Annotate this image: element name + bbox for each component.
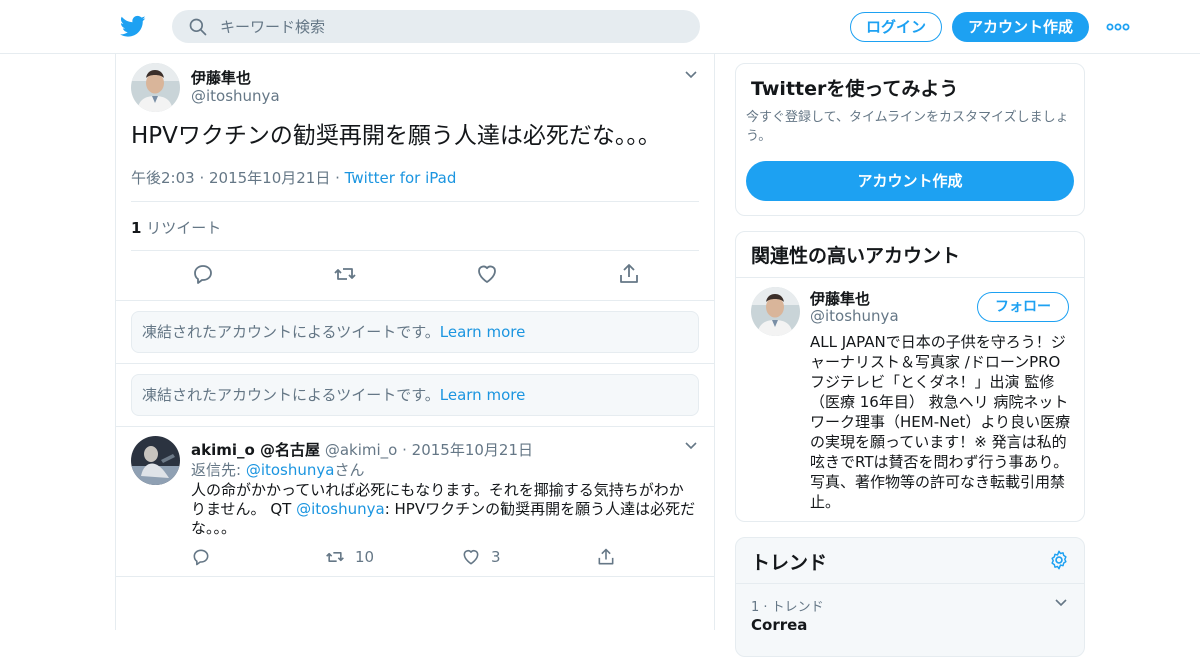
avatar[interactable]	[751, 287, 800, 336]
learn-more-link[interactable]: Learn more	[440, 386, 526, 404]
reply-header: akimi_o @名古屋 @akimi_o · 2015年10月21日	[191, 439, 533, 460]
heart-icon	[463, 549, 479, 565]
related-accounts-card: 関連性の高いアカウント 伊藤隼也 @itoshunya フォロー ALL JAP…	[735, 231, 1085, 522]
reply-text: 人の命がかかっていれば必死にもなります。それを揶揄する気持ちがわかりません。 Q…	[191, 481, 696, 538]
retweet-action[interactable]: 10	[325, 547, 374, 567]
more-dots-icon[interactable]	[1106, 16, 1130, 38]
reply-author-handle[interactable]: @akimi_o	[325, 441, 398, 459]
search-box[interactable]	[172, 10, 700, 43]
replying-to: 返信先: @itoshunyaさん	[191, 459, 364, 480]
trend-name[interactable]: Correa	[751, 616, 807, 634]
retweet-stats[interactable]: 1 リツイート	[131, 217, 221, 238]
main-timeline-column: 伊藤隼也 @itoshunya HPVワクチンの勧奨再開を願う人達は必死だな。。…	[115, 54, 715, 630]
retweet-count: 1	[131, 219, 142, 237]
reply-author-name[interactable]: akimi_o @名古屋	[191, 441, 320, 459]
chevron-down-icon[interactable]	[684, 68, 698, 82]
author-name[interactable]: 伊藤隼也	[191, 67, 251, 88]
search-input[interactable]	[220, 10, 680, 43]
related-account-handle[interactable]: @itoshunya	[810, 307, 899, 325]
signup-button[interactable]: アカウント作成	[952, 12, 1089, 42]
frozen-tweet-item: 凍結されたアカウントによるツイートです。Learn more	[116, 364, 714, 427]
related-account-bio: ALL JAPANで日本の子供を守ろう！ジャーナリスト＆写真家 /ドローンPRO…	[810, 333, 1071, 511]
related-accounts-title: 関連性の高いアカウント	[751, 245, 961, 267]
heart-icon[interactable]	[475, 262, 499, 286]
replying-to-suffix: さん	[334, 461, 365, 479]
reply-icon[interactable]	[191, 262, 215, 286]
share-icon[interactable]	[617, 262, 641, 286]
retweet-icon[interactable]	[333, 262, 357, 286]
divider	[736, 277, 1084, 278]
tweet-text: HPVワクチンの勧奨再開を願う人達は必死だな。。。	[131, 123, 661, 149]
signup-card-title: Twitterを使ってみよう	[751, 78, 959, 100]
signup-card-button[interactable]: アカウント作成	[746, 161, 1074, 201]
reply-date[interactable]: 2015年10月21日	[412, 441, 533, 459]
follow-button[interactable]: フォロー	[977, 292, 1069, 322]
twitter-bird-icon[interactable]	[120, 13, 146, 39]
replying-to-prefix: 返信先:	[191, 461, 246, 479]
frozen-account-notice: 凍結されたアカウントによるツイートです。Learn more	[131, 311, 699, 353]
avatar[interactable]	[131, 63, 180, 112]
share-action[interactable]	[596, 547, 616, 567]
tweet-source-link[interactable]: Twitter for iPad	[345, 169, 457, 187]
divider	[131, 201, 699, 202]
meta-separator: ·	[335, 169, 345, 187]
reply-actions: 10 3	[191, 547, 701, 569]
frozen-notice-text: 凍結されたアカウントによるツイートです。	[142, 323, 440, 341]
signup-card-description: 今すぐ登録して、タイムラインをカスタマイズしましょう。	[746, 110, 1069, 144]
like-count: 3	[491, 548, 501, 566]
search-icon	[189, 18, 207, 36]
avatar[interactable]	[131, 436, 180, 485]
signup-card: Twitterを使ってみよう 今すぐ登録して、タイムラインをカスタマイズしましょ…	[735, 63, 1085, 216]
meta-separator: ·	[402, 441, 412, 459]
divider	[131, 250, 699, 251]
top-navigation-bar: ログイン アカウント作成	[0, 0, 1200, 54]
tweet-timestamp[interactable]: 午後2:03 · 2015年10月21日	[131, 169, 330, 187]
trends-title: トレンド	[751, 552, 828, 574]
tweet-actions	[116, 262, 714, 290]
retweet-label: リツイート	[146, 219, 222, 237]
chevron-down-icon[interactable]	[684, 439, 698, 453]
gear-icon[interactable]	[1048, 549, 1070, 571]
trends-card: トレンド 1 · トレンド Correa	[735, 537, 1085, 657]
replying-to-mention[interactable]: @itoshunya	[246, 461, 335, 479]
frozen-tweet-item: 凍結されたアカウントによるツイートです。Learn more	[116, 301, 714, 364]
retweet-icon	[326, 552, 344, 562]
permalink-tweet: 伊藤隼也 @itoshunya HPVワクチンの勧奨再開を願う人達は必死だな。。…	[116, 54, 714, 301]
chevron-down-icon[interactable]	[1054, 596, 1068, 610]
tweet-metadata: 午後2:03 · 2015年10月21日 · Twitter for iPad	[131, 167, 456, 188]
frozen-account-notice: 凍結されたアカウントによるツイートです。Learn more	[131, 374, 699, 416]
author-handle[interactable]: @itoshunya	[191, 87, 280, 105]
trend-rank: 1 · トレンド	[751, 600, 824, 615]
divider	[736, 583, 1084, 584]
reply-tweet[interactable]: akimi_o @名古屋 @akimi_o · 2015年10月21日 返信先:…	[116, 427, 714, 577]
reply-icon	[193, 549, 209, 566]
related-account-name[interactable]: 伊藤隼也	[810, 288, 870, 309]
login-button[interactable]: ログイン	[850, 12, 942, 42]
frozen-notice-text: 凍結されたアカウントによるツイートです。	[142, 386, 440, 404]
mention-link[interactable]: @itoshunya	[296, 500, 385, 518]
learn-more-link[interactable]: Learn more	[440, 323, 526, 341]
retweet-count: 10	[355, 548, 375, 566]
share-icon	[598, 548, 614, 565]
reply-action[interactable]	[191, 547, 211, 567]
like-action[interactable]: 3	[461, 547, 501, 567]
